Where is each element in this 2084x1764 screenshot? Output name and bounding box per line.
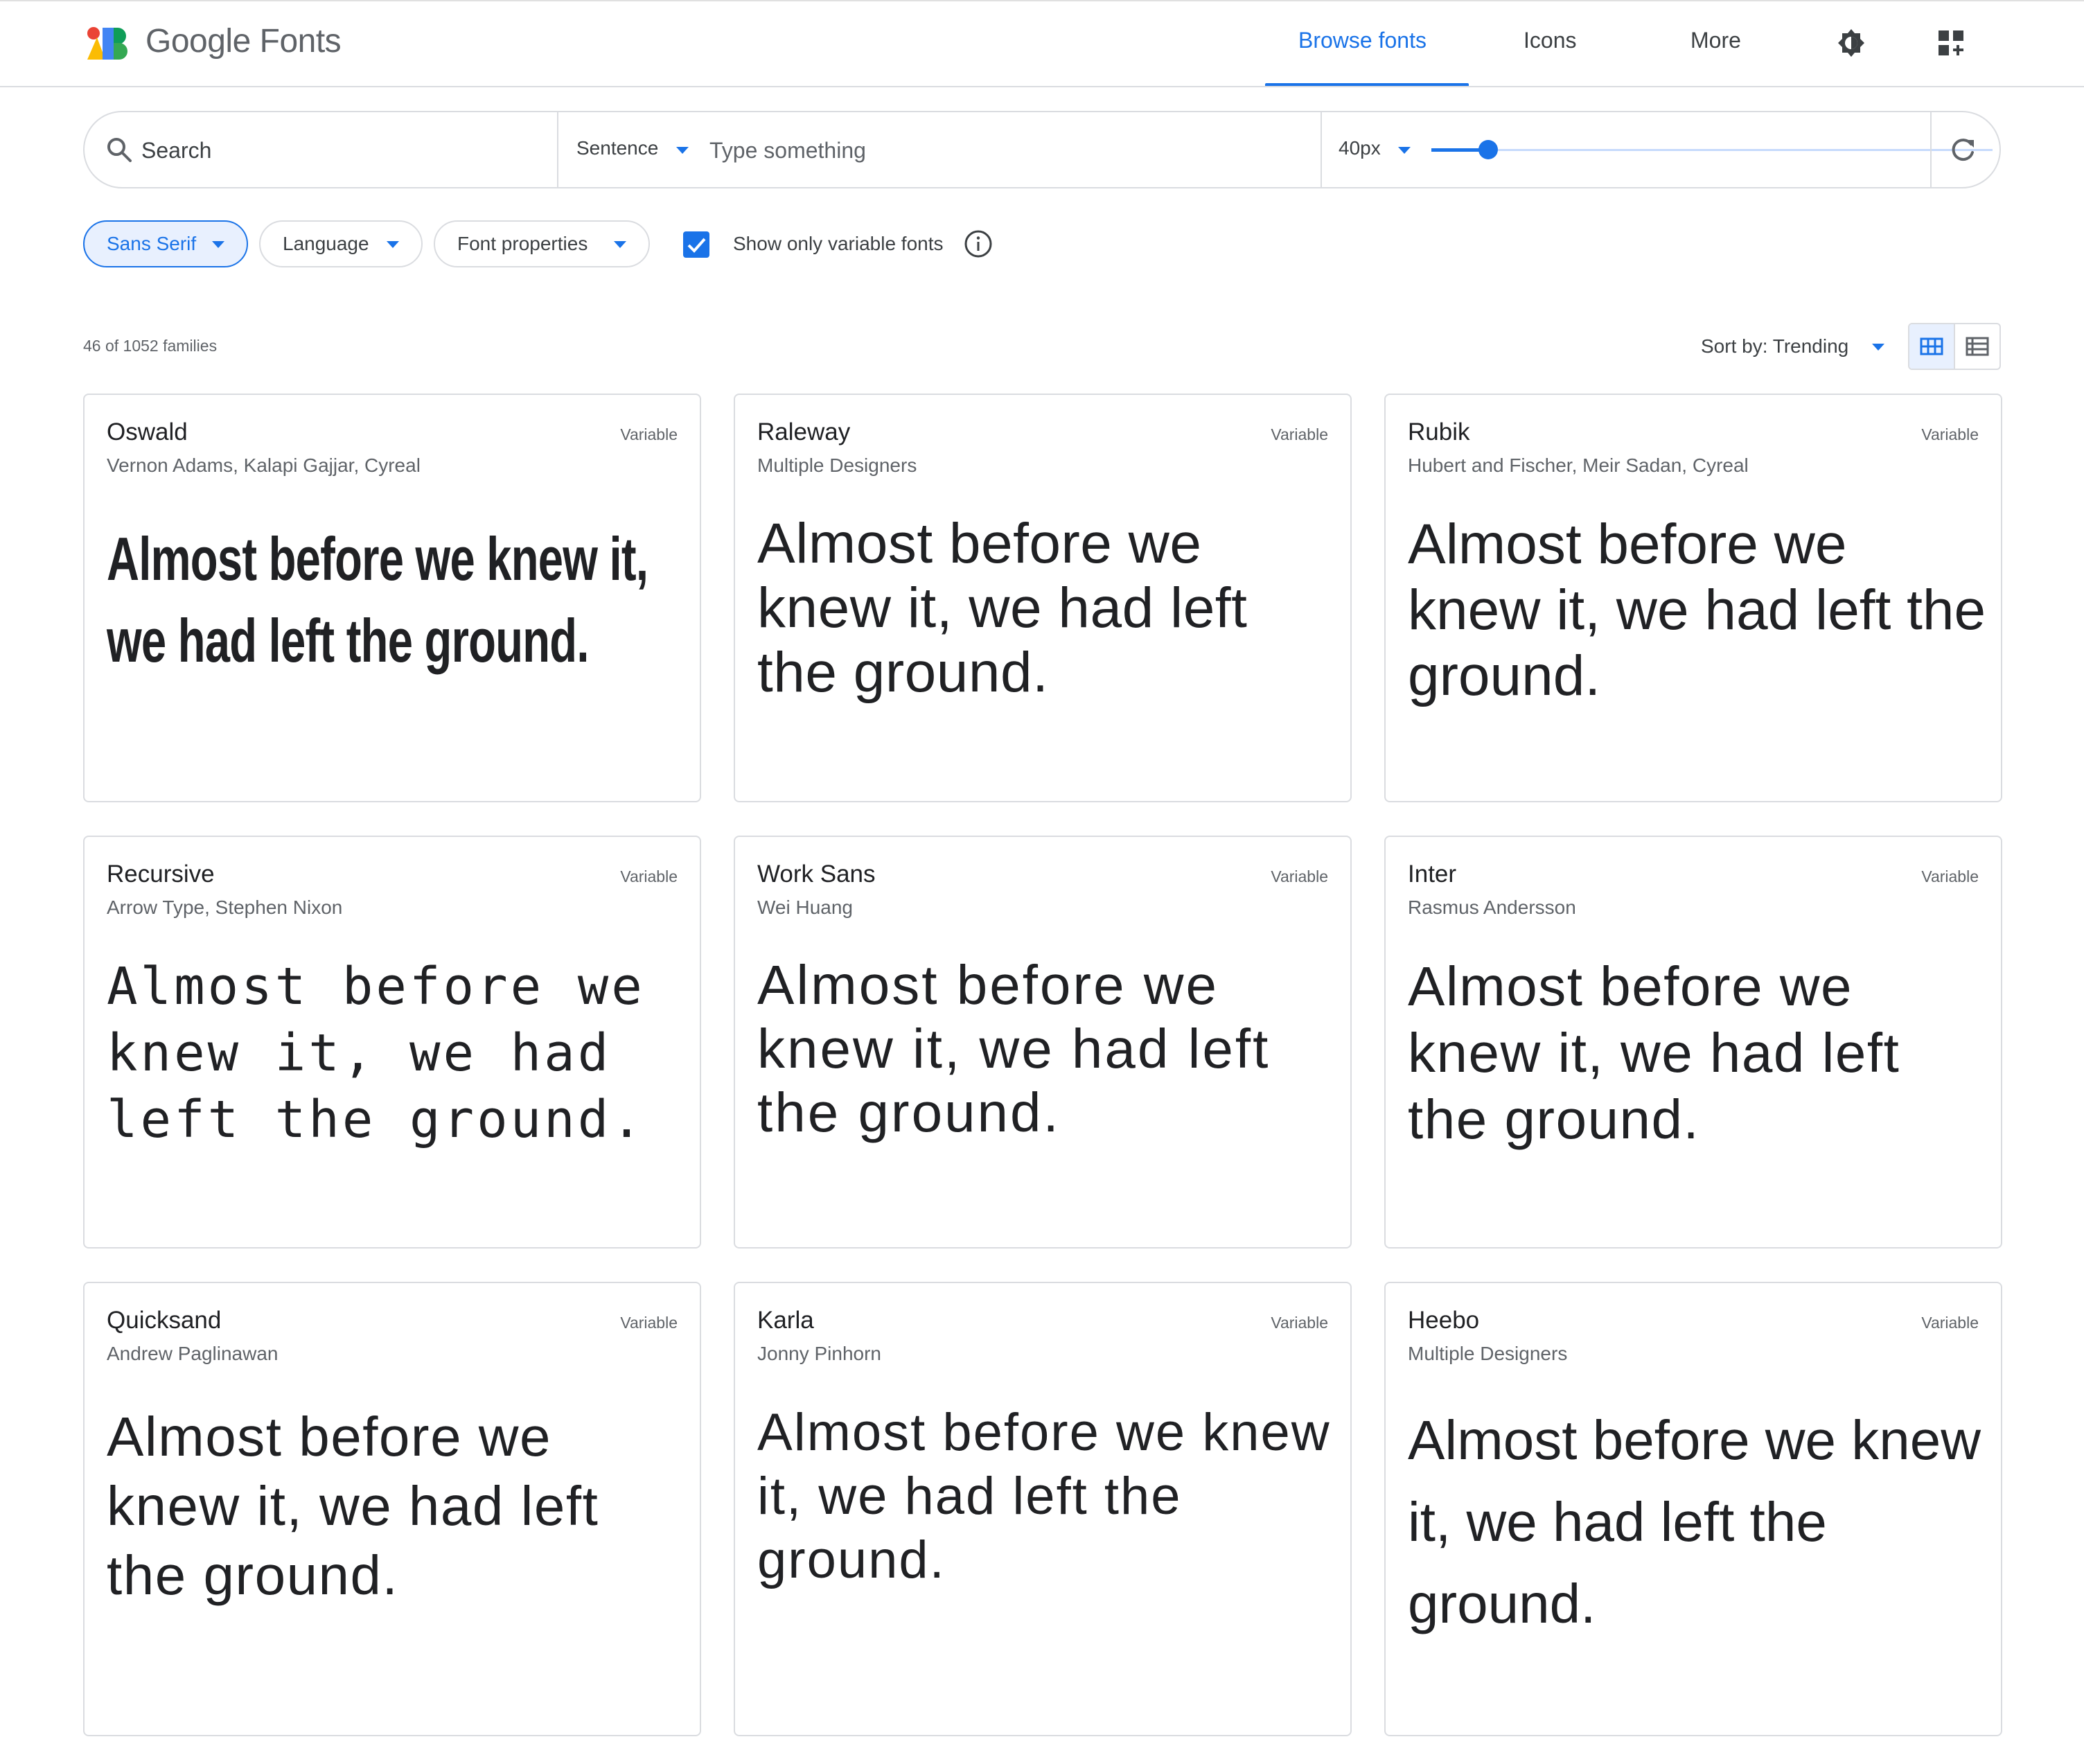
font-card-karla[interactable]: Karla Variable Jonny Pinhorn Almost befo… (734, 1282, 1352, 1736)
sort-dropdown[interactable]: Sort by: Trending (1701, 335, 1848, 358)
font-card-work-sans[interactable]: Work Sans Variable Wei Huang Almost befo… (734, 836, 1352, 1249)
preview-text-input[interactable] (708, 130, 1321, 170)
font-name: Karla (757, 1307, 814, 1334)
chevron-down-icon (387, 241, 399, 248)
font-sample-text: Almost before we knew it, we had left th… (757, 1403, 1331, 1589)
font-designer: Rasmus Andersson (1408, 897, 1576, 918)
variable-fonts-checkbox[interactable] (683, 231, 709, 258)
font-name: Oswald (107, 418, 188, 446)
results-count: 46 of 1052 families (83, 337, 218, 355)
font-sample-text: Almost before we knew it, we had left th… (107, 957, 645, 1149)
variable-badge: Variable (1271, 867, 1328, 885)
font-card-oswald[interactable]: Oswald Variable Vernon Adams, Kalapi Gaj… (83, 394, 701, 802)
search-icon (107, 138, 132, 162)
font-designer: Jonny Pinhorn (757, 1343, 882, 1364)
variable-badge: Variable (620, 1314, 678, 1332)
brand-name[interactable]: Google Fonts (145, 22, 342, 60)
font-designer: Vernon Adams, Kalapi Gajjar, Cyreal (107, 455, 421, 476)
apps-grid-icon[interactable] (1934, 26, 1968, 60)
chevron-down-icon (614, 241, 626, 248)
font-size-dropdown[interactable]: 40px (1339, 137, 1381, 159)
divider (557, 112, 558, 187)
nav-browse-fonts[interactable]: Browse fonts (1298, 28, 1427, 53)
divider (1321, 112, 1322, 187)
checkmark-icon (687, 238, 706, 253)
chevron-down-icon (212, 241, 224, 248)
font-sample-text: Almost before we knew it, we had left th… (107, 524, 648, 675)
chevron-down-icon[interactable] (676, 147, 689, 154)
variable-badge: Variable (1921, 425, 1979, 443)
variable-badge: Variable (1271, 425, 1328, 443)
font-sample-text: Almost before we knew it, we had left th… (1408, 513, 1986, 707)
font-size-slider-thumb[interactable] (1478, 140, 1498, 159)
font-sample-text: Almost before we knew it, we had left th… (757, 512, 1248, 704)
font-name: Rubik (1408, 418, 1470, 446)
font-properties-filter-label: Font properties (457, 233, 588, 254)
nav-more[interactable]: More (1690, 28, 1741, 53)
chevron-down-icon[interactable] (1872, 344, 1884, 351)
font-name: Recursive (107, 861, 215, 888)
font-designer: Hubert and Fischer, Meir Sadan, Cyreal (1408, 455, 1749, 476)
font-name: Raleway (757, 418, 851, 446)
font-sample-text: Almost before we knew it, we had left th… (757, 954, 1271, 1143)
font-properties-filter-chip[interactable]: Font properties (434, 220, 650, 267)
font-designer: Andrew Paglinawan (107, 1343, 279, 1364)
font-designer: Multiple Designers (1408, 1343, 1568, 1364)
preview-mode-dropdown[interactable]: Sentence (576, 137, 658, 159)
font-card-raleway[interactable]: Raleway Variable Multiple Designers Almo… (734, 394, 1352, 802)
nav-icons[interactable]: Icons (1524, 28, 1576, 53)
font-size-slider-track[interactable] (1431, 149, 1993, 151)
font-sample-text: Almost before we knew it, we had left th… (107, 1406, 599, 1606)
font-card-recursive[interactable]: Recursive Variable Arrow Type, Stephen N… (83, 836, 701, 1249)
font-sample-text: Almost before we knew it, we had left th… (1408, 1409, 1981, 1634)
google-fonts-logo-icon[interactable] (85, 25, 127, 61)
font-designer: Wei Huang (757, 897, 854, 918)
font-name: Work Sans (757, 861, 876, 888)
category-filter-label: Sans Serif (107, 233, 197, 254)
font-name: Quicksand (107, 1307, 222, 1334)
variable-badge: Variable (620, 425, 678, 443)
theme-toggle-icon[interactable] (1835, 26, 1868, 60)
grid-view-button[interactable] (1909, 324, 1955, 369)
font-designer: Multiple Designers (757, 455, 917, 476)
search-input[interactable] (140, 130, 545, 170)
variable-fonts-label[interactable]: Show only variable fonts (733, 233, 944, 255)
font-name: Heebo (1408, 1307, 1480, 1334)
info-icon[interactable] (963, 229, 994, 259)
font-designer: Arrow Type, Stephen Nixon (107, 897, 343, 918)
divider (1930, 112, 1932, 187)
font-card-rubik[interactable]: Rubik Variable Hubert and Fischer, Meir … (1384, 394, 2002, 802)
font-card-inter[interactable]: Inter Variable Rasmus Andersson Almost b… (1384, 836, 2002, 1249)
variable-badge: Variable (1921, 867, 1979, 885)
variable-badge: Variable (1921, 1314, 1979, 1332)
reset-icon[interactable] (1948, 136, 1977, 165)
search-preview-bar: Sentence 40px (83, 111, 2001, 188)
font-name: Inter (1408, 861, 1457, 888)
font-card-heebo[interactable]: Heebo Variable Multiple Designers Almost… (1384, 1282, 2002, 1736)
language-filter-chip[interactable]: Language (259, 220, 423, 267)
nav-active-indicator (1265, 83, 1469, 86)
grid-view-icon (1920, 337, 1943, 355)
font-sample-text: Almost before we knew it, we had left th… (1408, 955, 1900, 1150)
list-view-button[interactable] (1955, 324, 1999, 369)
font-card-quicksand[interactable]: Quicksand Variable Andrew Paglinawan Alm… (83, 1282, 701, 1736)
app-header: Google Fonts Browse fonts Icons More (0, 1, 2084, 87)
view-toggle (1908, 323, 2001, 370)
language-filter-label: Language (283, 233, 369, 254)
variable-badge: Variable (620, 867, 678, 885)
chevron-down-icon[interactable] (1398, 147, 1411, 154)
category-filter-chip[interactable]: Sans Serif (83, 220, 248, 267)
list-view-icon (1966, 337, 1989, 356)
variable-badge: Variable (1271, 1314, 1328, 1332)
